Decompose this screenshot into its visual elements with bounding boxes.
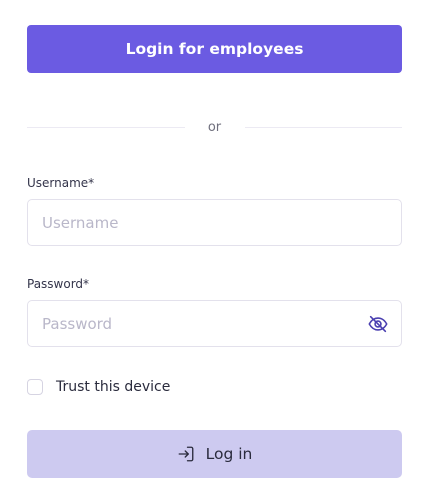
log-in-label: Log in: [205, 445, 253, 463]
log-in-button[interactable]: Log in: [27, 430, 402, 478]
or-divider: or: [27, 117, 402, 137]
login-for-employees-button[interactable]: Login for employees: [27, 25, 402, 73]
trust-device-label: Trust this device: [56, 379, 171, 395]
username-field-box: [27, 199, 402, 246]
divider-line-left: [27, 126, 185, 128]
trust-device-row: Trust this device: [27, 377, 170, 397]
password-input[interactable]: [28, 301, 401, 346]
username-label: Username*: [27, 176, 95, 190]
login-icon: [177, 445, 195, 463]
password-label: Password*: [27, 277, 90, 291]
divider-text: or: [207, 119, 222, 135]
username-input[interactable]: [28, 200, 401, 245]
trust-device-checkbox[interactable]: [27, 379, 43, 395]
divider-line-right: [244, 126, 402, 128]
password-field-box: [27, 300, 402, 347]
eye-off-icon[interactable]: [367, 313, 389, 335]
